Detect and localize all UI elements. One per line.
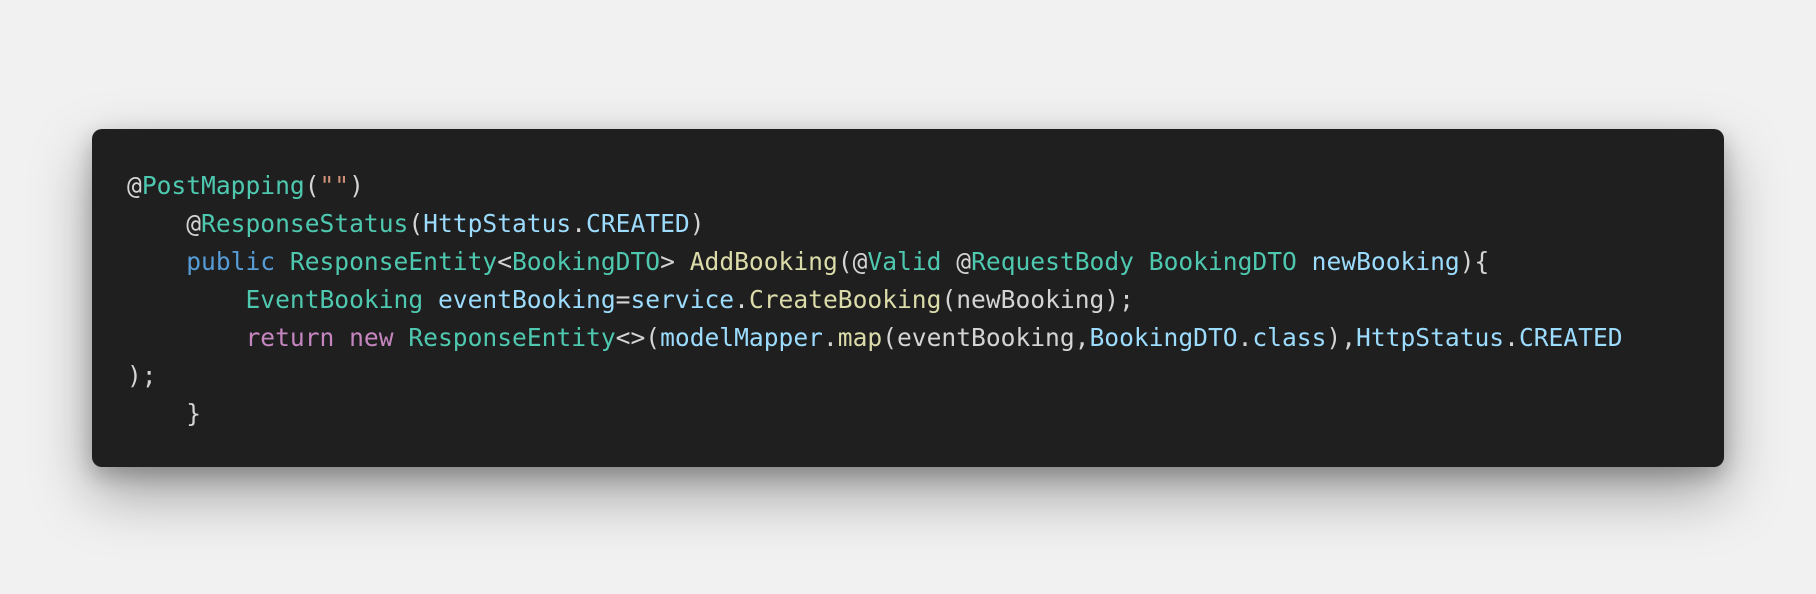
code-token: =	[615, 285, 631, 314]
code-token: CREATED	[586, 209, 690, 238]
code-line-6: );	[127, 357, 1623, 395]
code-token: .	[822, 323, 838, 352]
code-token: newBooking	[1311, 247, 1460, 276]
code-line-5: return new ResponseEntity<>(modelMapper.…	[127, 319, 1623, 357]
code-token: .	[1504, 323, 1519, 352]
code-token: CreateBooking	[748, 285, 942, 314]
code-token: ),	[1326, 323, 1357, 352]
code-token: map	[837, 323, 883, 352]
code-token: RequestBody	[971, 247, 1134, 276]
code-line-1: @PostMapping("")	[127, 167, 1623, 205]
code-token: ResponseStatus	[201, 209, 409, 238]
code-token: <	[497, 247, 512, 276]
code-token: )	[689, 209, 705, 238]
code-token: class	[1252, 323, 1327, 352]
code-line-4: EventBooking eventBooking=service.Create…	[127, 281, 1623, 319]
code-token: HttpStatus	[423, 209, 572, 238]
code-token: .	[571, 209, 587, 238]
code-token: @	[941, 247, 972, 276]
code-token: BookingDTO	[512, 247, 661, 276]
code-token: (	[304, 171, 320, 200]
code-token: @	[127, 209, 202, 238]
code-line-7: }	[127, 395, 1623, 433]
code-token: eventBooking	[437, 285, 616, 314]
code-line-2: @ResponseStatus(HttpStatus.CREATED)	[127, 205, 1623, 243]
code-token: ResponseEntity	[408, 323, 616, 352]
code-token: ){	[1459, 247, 1490, 276]
code-token: <>(	[615, 323, 661, 352]
code-token: CREATED	[1518, 323, 1623, 352]
code-token: .	[1237, 323, 1253, 352]
code-token: HttpStatus	[1356, 323, 1505, 352]
code-token: ResponseEntity	[289, 247, 498, 276]
code-token: BookingDTO	[1148, 247, 1297, 276]
code-block[interactable]: @PostMapping("") @ResponseStatus(HttpSta…	[127, 167, 1623, 433]
code-token: modelMapper	[660, 323, 823, 352]
code-token: @	[127, 171, 142, 200]
code-token: )	[349, 171, 364, 200]
code-token: EventBooking	[245, 285, 424, 314]
code-token: service	[630, 285, 735, 314]
code-line-3: public ResponseEntity<BookingDTO> AddBoo…	[127, 243, 1623, 281]
code-token: (	[408, 209, 424, 238]
code-token: new	[349, 323, 394, 352]
code-snippet-window: @PostMapping("") @ResponseStatus(HttpSta…	[92, 129, 1724, 467]
page-background: @PostMapping("") @ResponseStatus(HttpSta…	[0, 0, 1816, 594]
code-token: >	[660, 247, 690, 276]
code-token: Valid	[867, 247, 942, 276]
code-token: BookingDTO	[1089, 323, 1238, 352]
code-token: public	[186, 247, 276, 276]
code-token: ""	[319, 171, 350, 200]
code-token: AddBooking	[689, 247, 838, 276]
code-token: (@	[837, 247, 868, 276]
code-token: .	[734, 285, 749, 314]
code-token: (eventBooking,	[882, 323, 1090, 352]
code-token: );	[127, 361, 157, 390]
code-token: }	[127, 399, 202, 428]
code-token: (newBooking);	[941, 285, 1134, 314]
code-token: PostMapping	[141, 171, 305, 200]
code-token: return	[245, 323, 335, 352]
